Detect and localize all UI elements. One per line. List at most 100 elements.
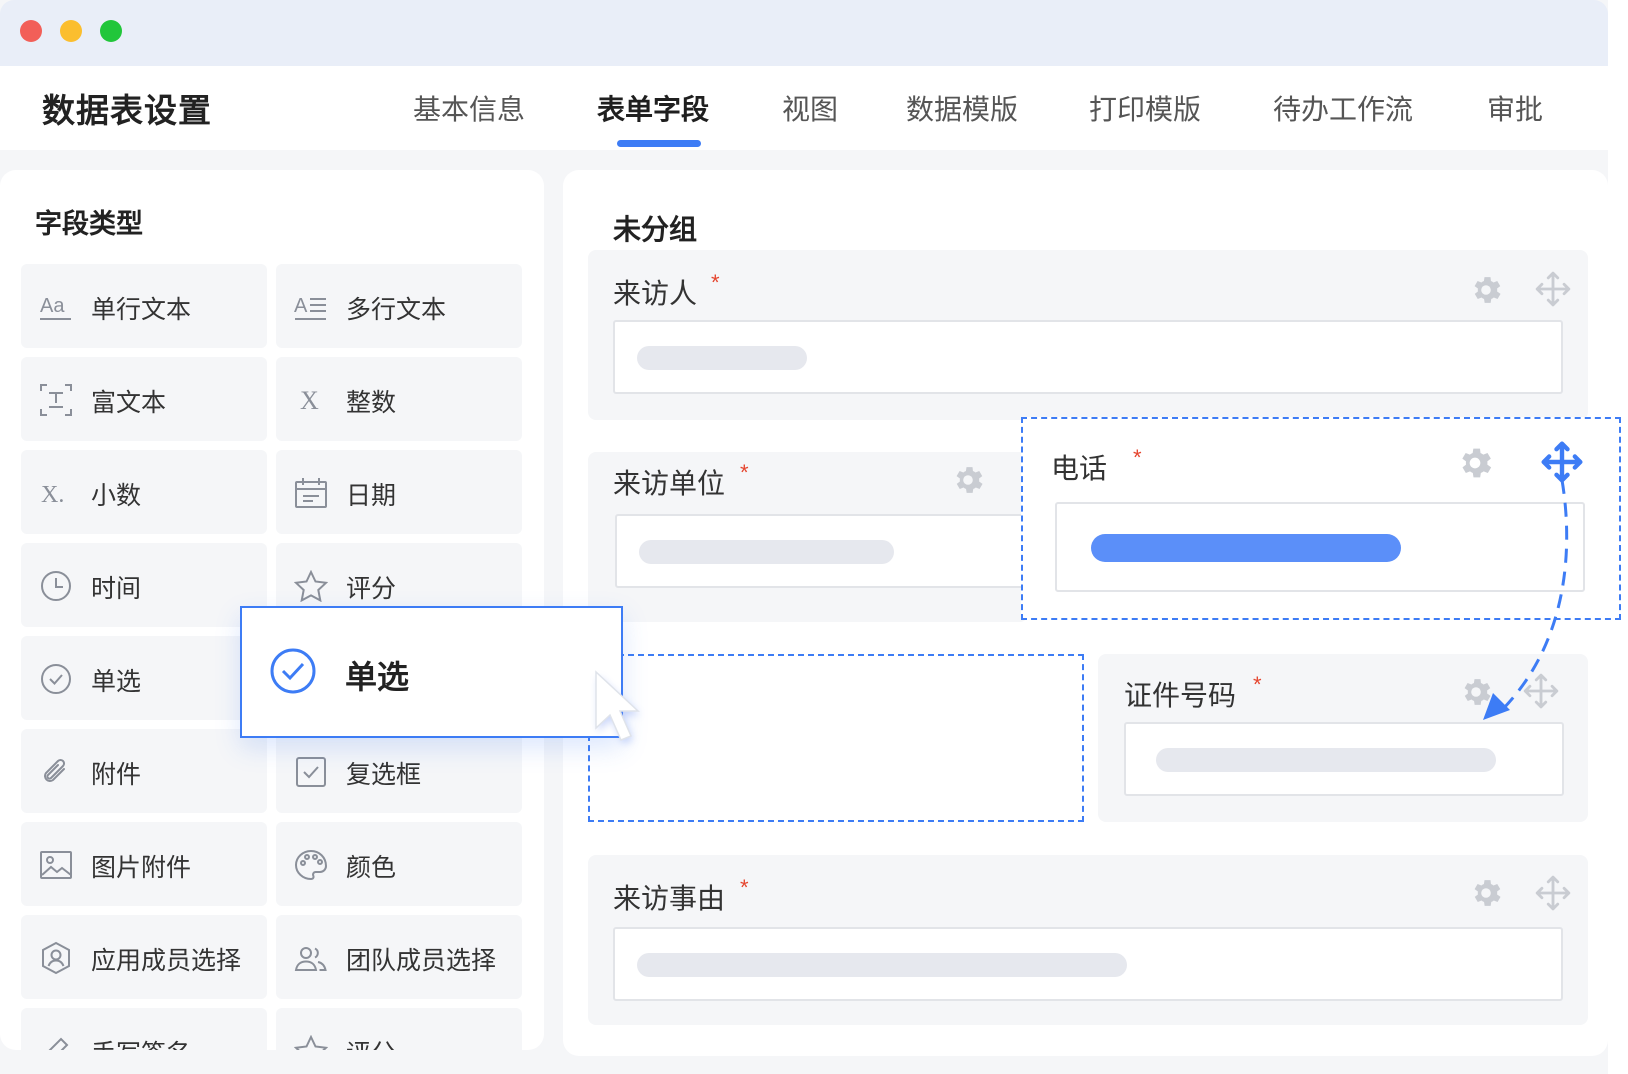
svg-text:Aa: Aa <box>40 295 65 317</box>
required-mark: * <box>1253 672 1262 697</box>
tab-form-fields[interactable]: 表单字段 <box>597 88 709 128</box>
field-type-single-choice[interactable]: 单选 <box>21 636 267 720</box>
field-type-label: 时间 <box>91 575 142 603</box>
form-field-visitor[interactable]: 来访人 * <box>588 250 1588 420</box>
drag-direction-arrow <box>1483 479 1569 720</box>
required-mark: * <box>711 270 720 295</box>
palette-icon <box>294 848 328 882</box>
clock-icon <box>39 569 73 603</box>
field-type-decimal[interactable]: X. 小数 <box>21 450 267 534</box>
field-label: 来访单位 <box>613 468 726 499</box>
field-type-label: 小数 <box>91 482 142 510</box>
field-type-label: 评分 <box>346 1034 396 1050</box>
required-mark: * <box>740 460 749 485</box>
drop-target-placeholder[interactable] <box>588 654 1084 822</box>
field-type-integer[interactable]: X 整数 <box>276 357 522 441</box>
gear-icon[interactable] <box>950 462 986 503</box>
input-placeholder-bar <box>1156 748 1496 772</box>
field-type-signature[interactable]: 手写签名 <box>21 1008 267 1050</box>
field-type-label: 图片附件 <box>91 854 192 882</box>
visit-reason-input[interactable] <box>613 927 1563 1001</box>
input-placeholder-bar <box>637 953 1127 977</box>
title-bar <box>0 0 1608 66</box>
gear-icon[interactable] <box>1468 875 1504 916</box>
field-type-color[interactable]: 颜色 <box>276 822 522 906</box>
tab-basic-info[interactable]: 基本信息 <box>413 88 525 128</box>
tab-print-template[interactable]: 打印模版 <box>1089 88 1201 128</box>
field-type-rating-2[interactable]: 评分 <box>276 1008 522 1050</box>
field-type-label: 整数 <box>346 389 397 417</box>
signature-icon <box>39 1034 73 1050</box>
input-placeholder-bar <box>639 540 894 564</box>
maximize-window-button[interactable] <box>100 20 122 42</box>
drag-item-label: 单选 <box>345 659 410 695</box>
field-type-date[interactable]: 日期 <box>276 450 522 534</box>
integer-icon: X <box>294 383 328 417</box>
tab-approval[interactable]: 审批 <box>1487 88 1543 128</box>
tab-view[interactable]: 视图 <box>782 88 838 128</box>
member-icon <box>39 941 73 975</box>
tab-data-template[interactable]: 数据模版 <box>906 88 1018 128</box>
field-type-label: 复选框 <box>346 761 422 789</box>
close-window-button[interactable] <box>20 20 42 42</box>
svg-text:X: X <box>300 386 319 415</box>
visitor-company-input[interactable] <box>615 514 1035 588</box>
field-type-label: 日期 <box>346 482 397 510</box>
svg-text:A: A <box>294 295 308 317</box>
minimize-window-button[interactable] <box>60 20 82 42</box>
field-type-time[interactable]: 时间 <box>21 543 267 627</box>
multi-line-text-icon: A <box>294 290 328 324</box>
checkbox-icon <box>294 755 328 789</box>
star-icon <box>294 1034 328 1050</box>
calendar-icon <box>294 476 328 510</box>
field-type-team-member[interactable]: 团队成员选择 <box>276 915 522 999</box>
move-icon[interactable] <box>1534 270 1572 313</box>
field-type-label: 应用成员选择 <box>91 947 242 975</box>
field-label: 证件号码 <box>1124 680 1237 711</box>
field-type-label: 团队成员选择 <box>346 947 497 975</box>
field-type-multi-line-text[interactable]: A 多行文本 <box>276 264 522 348</box>
field-type-app-member[interactable]: 应用成员选择 <box>21 915 267 999</box>
field-type-label: 单选 <box>91 668 142 696</box>
dragging-field-type-single-choice[interactable]: 单选 <box>240 606 623 738</box>
field-label: 来访人 <box>613 278 698 309</box>
mouse-cursor-icon <box>595 670 640 744</box>
field-type-single-line-text[interactable]: Aa 单行文本 <box>21 264 267 348</box>
visitor-input[interactable] <box>613 320 1563 394</box>
rich-text-icon <box>39 383 73 417</box>
form-field-visit-reason[interactable]: 来访事由 * <box>588 855 1588 1025</box>
tab-todo-workflow[interactable]: 待办工作流 <box>1273 88 1413 128</box>
field-label: 电话 <box>1051 453 1108 484</box>
field-type-label: 多行文本 <box>346 296 447 324</box>
decimal-icon: X. <box>39 476 73 510</box>
field-label: 来访事由 <box>613 883 726 914</box>
input-value-bar <box>1091 534 1401 562</box>
team-icon <box>294 941 328 975</box>
field-type-attachment[interactable]: 附件 <box>21 729 267 813</box>
field-type-label: 手写签名 <box>91 1034 191 1050</box>
field-type-label: 富文本 <box>91 389 167 417</box>
field-type-label: 附件 <box>91 761 142 789</box>
field-type-checkbox[interactable]: 复选框 <box>276 729 522 813</box>
paperclip-icon <box>39 755 73 789</box>
radio-check-icon <box>39 662 73 696</box>
radio-check-icon <box>269 647 317 700</box>
move-icon[interactable] <box>1534 874 1572 917</box>
input-placeholder-bar <box>637 346 807 370</box>
app-window: 数据表设置 基本信息 表单字段 视图 数据模版 打印模版 待办工作流 审批 字段… <box>0 0 1621 1074</box>
field-type-label: 颜色 <box>346 854 397 882</box>
svg-text:X.: X. <box>41 482 64 508</box>
required-mark: * <box>1133 445 1142 470</box>
form-field-visitor-company[interactable]: 来访单位 * <box>588 452 1035 622</box>
page-title: 数据表设置 <box>42 92 212 129</box>
gear-icon[interactable] <box>1468 272 1504 313</box>
field-type-rich-text[interactable]: 富文本 <box>21 357 267 441</box>
group-title: 未分组 <box>613 214 698 245</box>
active-tab-indicator <box>617 140 701 147</box>
image-icon <box>39 848 73 882</box>
field-type-label: 单行文本 <box>91 296 192 324</box>
id-number-input[interactable] <box>1124 722 1564 796</box>
field-type-image-attachment[interactable]: 图片附件 <box>21 822 267 906</box>
field-type-title: 字段类型 <box>35 209 143 239</box>
field-type-label: 评分 <box>346 575 397 603</box>
